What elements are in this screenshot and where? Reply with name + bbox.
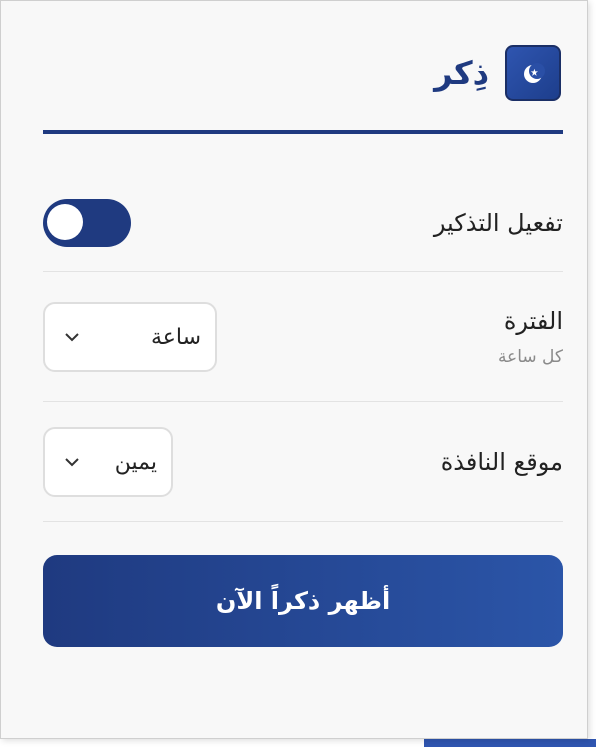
interval-select[interactable]: ساعة xyxy=(43,302,217,372)
setting-row-interval: الفترة كل ساعة ساعة xyxy=(43,301,563,373)
chevron-down-icon xyxy=(65,333,79,342)
show-dhikr-now-button[interactable]: أظهر ذكراً الآن xyxy=(43,555,563,647)
toggle-knob xyxy=(47,204,83,240)
interval-hint: كل ساعة xyxy=(497,347,563,367)
position-select[interactable]: يمين xyxy=(43,427,173,497)
row-divider xyxy=(43,521,563,522)
interval-selected-value: ساعة xyxy=(150,324,201,350)
setting-row-reminder: تفعيل التذكير xyxy=(43,199,563,247)
popup-header: ذِكر xyxy=(43,45,561,101)
header-divider xyxy=(43,130,563,134)
position-label: موقع النافذة xyxy=(440,448,563,476)
reminder-label: تفعيل التذكير xyxy=(433,209,563,237)
crescent-star-icon xyxy=(524,63,545,83)
app-title: ذِكر xyxy=(434,54,489,92)
chevron-down-icon xyxy=(65,458,79,467)
setting-row-position: موقع النافذة يمين xyxy=(43,426,563,498)
position-selected-value: يمين xyxy=(114,449,157,475)
row-divider xyxy=(43,271,563,272)
reminder-toggle[interactable] xyxy=(43,199,131,247)
interval-label: الفترة xyxy=(503,307,563,335)
interval-text-group: الفترة كل ساعة xyxy=(498,307,563,367)
extension-popup: ذِكر تفعيل التذكير الفترة كل ساعة ساعة م… xyxy=(0,0,588,739)
row-divider xyxy=(43,401,563,402)
app-logo xyxy=(505,45,561,101)
background-taskbar-edge xyxy=(424,739,596,747)
